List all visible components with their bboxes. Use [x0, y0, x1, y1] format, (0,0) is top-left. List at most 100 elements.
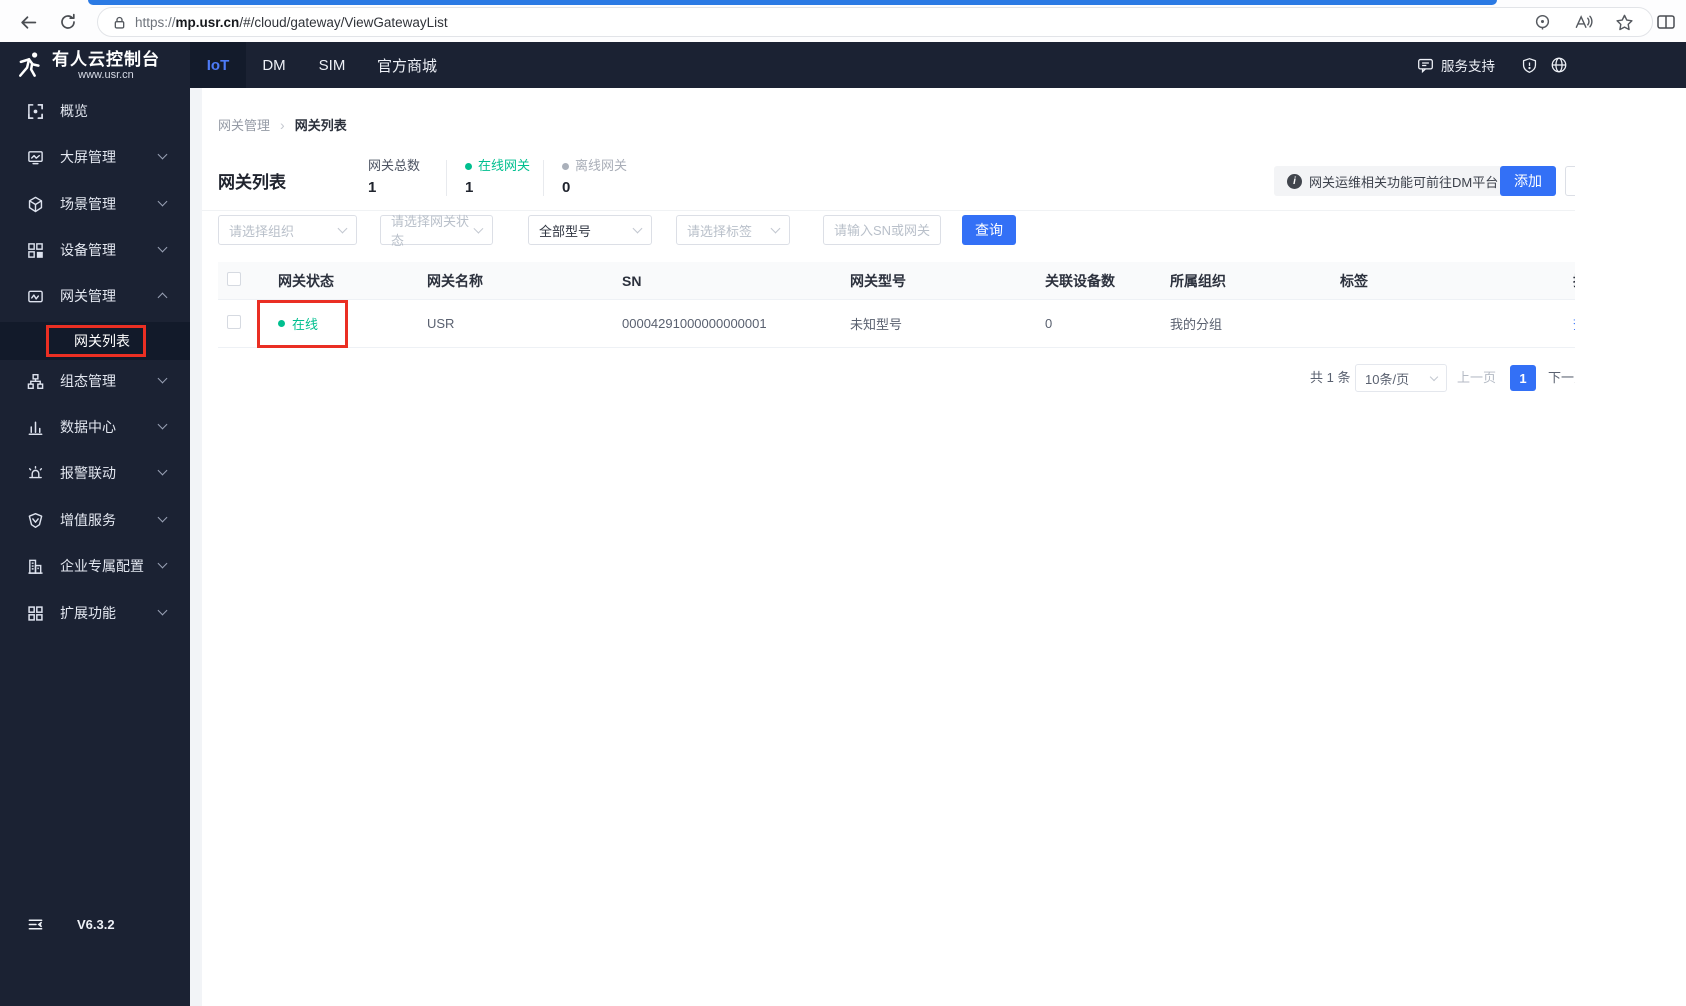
split-screen-icon[interactable]: [1652, 8, 1680, 36]
chevron-down-icon: [157, 512, 168, 523]
browser-toolbar: https://mp.usr.cn/#/cloud/gateway/ViewGa…: [0, 0, 1686, 42]
geolocation-icon[interactable]: [1533, 13, 1552, 32]
view-link[interactable]: 查看: [1573, 314, 1575, 333]
tab-sim[interactable]: SIM: [302, 42, 362, 88]
sn-search-input[interactable]: [823, 215, 941, 245]
language-globe-button[interactable]: [1550, 56, 1568, 74]
stat-divider: [446, 160, 447, 196]
sidebar-footer: V6.3.2: [0, 909, 190, 939]
collapse-sidebar-icon[interactable]: [27, 916, 44, 933]
browser-refresh-button[interactable]: [54, 8, 82, 36]
tab-official-store[interactable]: 官方商城: [362, 42, 452, 88]
url-path: /#/cloud/gateway/ViewGatewayList: [239, 14, 448, 30]
table-header-row: 网关状态 网关名称 SN 网关型号 关联设备数 所属组织 标签 操作: [218, 262, 1575, 300]
usr-running-man-icon: [19, 52, 40, 77]
breadcrumb-separator: ›: [280, 116, 285, 133]
col-status: 网关状态: [278, 272, 334, 289]
sidebar-item-vas[interactable]: 增值服务: [0, 497, 190, 543]
overview-icon: [27, 103, 44, 120]
chevron-up-icon: [157, 292, 168, 303]
url-text[interactable]: https://mp.usr.cn/#/cloud/gateway/ViewGa…: [135, 15, 1533, 30]
offline-dot-icon: [562, 162, 569, 170]
browser-tab-strip[interactable]: [88, 0, 1497, 5]
address-bar[interactable]: https://mp.usr.cn/#/cloud/gateway/ViewGa…: [97, 7, 1653, 37]
page-size-select[interactable]: 10条/页: [1355, 364, 1447, 392]
tag-select[interactable]: 请选择标签: [676, 215, 790, 245]
device-blocks-icon: [27, 242, 44, 259]
clipped-button-edge[interactable]: [1565, 166, 1575, 196]
model-select[interactable]: 全部型号: [528, 215, 652, 245]
browser-back-button[interactable]: [14, 8, 42, 36]
gateway-stats: 网关总数 1 在线网关 1 离线网关 0: [368, 158, 640, 196]
table-row: 在线 USR 00004291000000000001 未知型号 0 我的分组 …: [218, 300, 1575, 348]
search-button[interactable]: 查询: [962, 215, 1016, 245]
chevron-down-icon: [157, 196, 168, 207]
dm-info-banner: i 网关运维相关功能可前往DM平台: [1274, 166, 1512, 196]
app-header: 有人云控制台 www.usr.cn IoT DM SIM 官方商城 服务支持: [0, 42, 1686, 88]
org-select[interactable]: 请选择组织: [218, 215, 357, 245]
building-icon: [27, 558, 44, 575]
service-support-button[interactable]: 服务支持: [1417, 55, 1495, 75]
sidebar-item-gateway[interactable]: 网关管理: [0, 273, 190, 319]
globe-icon: [1551, 57, 1567, 73]
favorite-star-icon[interactable]: [1615, 13, 1634, 32]
sidebar-item-enterprise[interactable]: 企业专属配置: [0, 543, 190, 589]
chevron-down-icon: [157, 242, 168, 253]
page-title: 网关列表: [218, 173, 286, 192]
shield-icon: [1522, 57, 1537, 73]
apps-grid-icon: [27, 605, 44, 622]
gateway-icon: [27, 288, 44, 305]
col-sn: SN: [622, 272, 642, 289]
sidebar-item-gateway-list[interactable]: 网关列表: [0, 322, 190, 360]
brand-logo[interactable]: 有人云控制台 www.usr.cn: [14, 42, 160, 88]
next-page-button[interactable]: 下一页: [1548, 364, 1575, 392]
screen: https://mp.usr.cn/#/cloud/gateway/ViewGa…: [0, 0, 1686, 1006]
value-badge-icon: [27, 512, 44, 529]
scene-cube-icon: [27, 196, 44, 213]
pagination-total: 共 1 条: [1310, 370, 1351, 385]
col-actions: 操作: [1573, 271, 1575, 291]
sidebar-item-alarm[interactable]: 报警联动: [0, 450, 190, 496]
sitemap-icon: [27, 373, 44, 390]
gateway-name-cell: USR: [427, 316, 455, 331]
online-dot-icon: [278, 320, 285, 327]
chevron-down-icon: [157, 373, 168, 384]
stat-online-value: 1: [465, 179, 474, 196]
sidebar-item-datacenter[interactable]: 数据中心: [0, 404, 190, 450]
tab-iot[interactable]: IoT: [190, 42, 246, 88]
gateway-status-select[interactable]: 请选择网关状态: [380, 214, 493, 248]
sidebar: 概览 大屏管理 场景管理 设备管理 网关管理 网关列表 组态管理 数据中心 报警…: [0, 88, 190, 1006]
current-page-button[interactable]: 1: [1510, 365, 1536, 391]
sidebar-item-overview[interactable]: 概览: [0, 88, 190, 134]
sidebar-item-device[interactable]: 设备管理: [0, 227, 190, 273]
chevron-down-icon: [632, 223, 643, 234]
sidebar-item-configuration[interactable]: 组态管理: [0, 358, 190, 404]
gateway-model-cell: 未知型号: [850, 317, 903, 332]
select-all-checkbox[interactable]: [227, 272, 241, 286]
big-screen-icon: [27, 149, 44, 166]
chevron-down-icon: [157, 465, 168, 476]
row-checkbox[interactable]: [227, 315, 241, 329]
user-permission-button[interactable]: [1521, 57, 1538, 74]
breadcrumb: 网关管理 › 网关列表: [218, 115, 347, 134]
stat-online-gateways: 在线网关 1: [465, 158, 543, 196]
lock-icon[interactable]: [112, 15, 127, 30]
sidebar-item-extensions[interactable]: 扩展功能: [0, 590, 190, 636]
breadcrumb-parent[interactable]: 网关管理: [218, 115, 270, 134]
chevron-down-icon: [157, 558, 168, 569]
read-aloud-icon[interactable]: [1574, 13, 1593, 32]
add-gateway-button[interactable]: 添加: [1500, 166, 1556, 196]
main-content: 网关管理 › 网关列表 网关列表 网关总数 1 在线网关 1 离线网关 0 i …: [190, 88, 1686, 1006]
col-model: 网关型号: [850, 272, 906, 289]
sidebar-item-bigscreen[interactable]: 大屏管理: [0, 134, 190, 180]
stat-divider: [543, 160, 544, 196]
brand-title: 有人云控制台: [52, 49, 160, 69]
stat-offline-gateways: 离线网关 0: [562, 158, 640, 196]
tab-dm[interactable]: DM: [246, 42, 302, 88]
org-cell: 我的分组: [1170, 317, 1223, 332]
url-domain: mp.usr.cn: [175, 14, 240, 30]
top-nav: IoT DM SIM 官方商城: [190, 42, 452, 88]
info-icon: i: [1287, 173, 1302, 189]
sidebar-item-scene[interactable]: 场景管理: [0, 181, 190, 227]
prev-page-button[interactable]: 上一页: [1457, 364, 1496, 392]
